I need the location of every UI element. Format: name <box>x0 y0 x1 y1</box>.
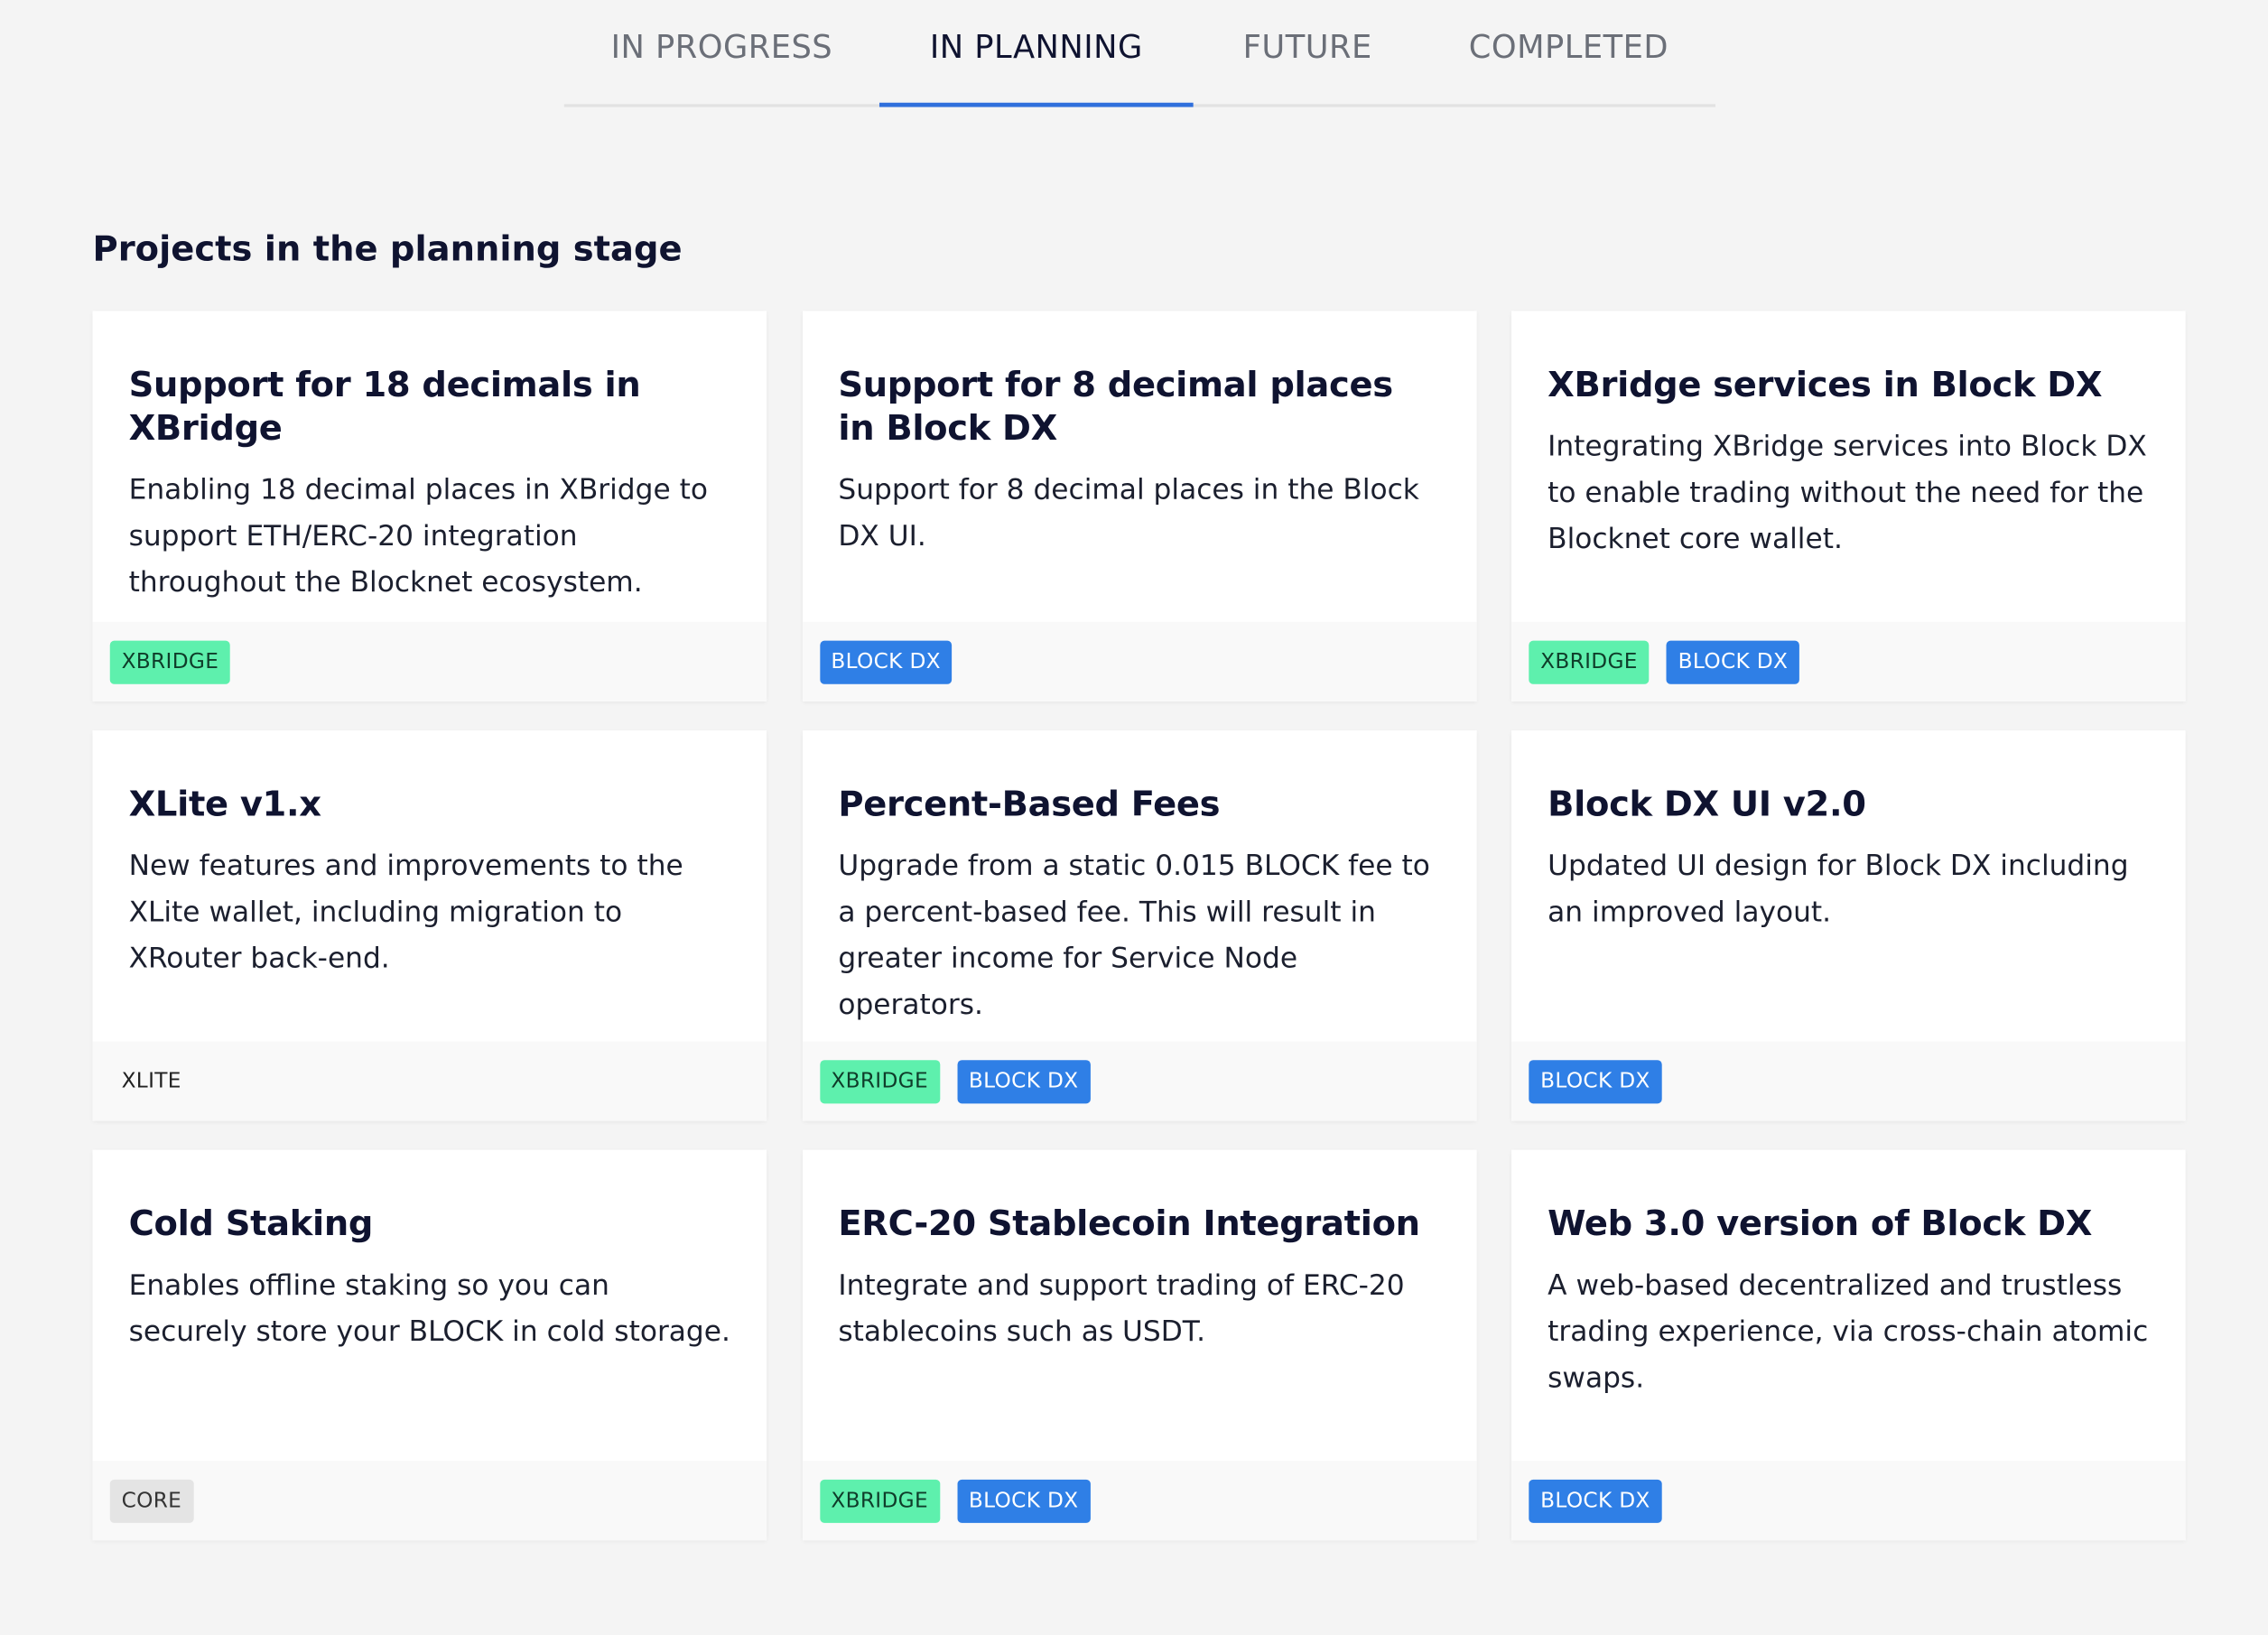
card-tags: BLOCK DX <box>1511 1041 2186 1121</box>
card-tags: XBRIDGE BLOCK DX <box>802 1461 1476 1541</box>
card-body: ERC-20 Stablecoin Integration Integrate … <box>802 1150 1476 1461</box>
project-card: ERC-20 Stablecoin Integration Integrate … <box>802 1149 1476 1541</box>
tag-xbridge[interactable]: XBRIDGE <box>109 639 231 683</box>
card-tags: XBRIDGE <box>92 621 767 701</box>
project-card: Cold Staking Enables offline staking so … <box>92 1149 767 1541</box>
card-body: Support for 18 decimals in XBridge Enabl… <box>93 311 767 621</box>
tag-xlite[interactable]: XLITE <box>110 1059 193 1102</box>
card-title: Cold Staking <box>128 1203 374 1244</box>
card-body: XLite v1.x New features and improvements… <box>93 730 767 1041</box>
card-tags: BLOCK DX <box>802 621 1476 701</box>
card-body: Block DX UI v2.0 Updated UI design for B… <box>1511 730 2186 1041</box>
roadmap-page: IN PROGRESS IN PLANNING FUTURE COMPLETED… <box>0 0 2268 1634</box>
card-tags: XLITE <box>92 1041 767 1121</box>
card-body: XBridge services in Block DX Integrating… <box>1511 311 2186 621</box>
card-title: Percent-Based Fees <box>838 784 1221 825</box>
card-description: New features and improvements to the XLi… <box>128 849 683 975</box>
card-tags: XBRIDGE BLOCK DX <box>802 1041 1476 1121</box>
tag-block-dx[interactable]: BLOCK DX <box>1529 1059 1662 1103</box>
card-tags: BLOCK DX <box>1511 1461 2186 1541</box>
card-tags: XBRIDGE BLOCK DX <box>1511 621 2186 701</box>
card-title: Support for 8 decimal places in Block DX <box>838 364 1393 449</box>
tag-block-dx[interactable]: BLOCK DX <box>1529 1479 1662 1523</box>
project-card: XLite v1.x New features and improvements… <box>92 730 767 1121</box>
card-title: Web 3.0 version of Block DX <box>1548 1203 2093 1244</box>
tab-in-planning[interactable]: IN PLANNING <box>879 0 1194 107</box>
project-card: Support for 8 decimal places in Block DX… <box>802 311 1476 701</box>
tag-block-dx[interactable]: BLOCK DX <box>957 1479 1091 1523</box>
card-description: Integrating XBridge services into Block … <box>1548 429 2147 556</box>
card-description: Enables offline staking so you can secur… <box>128 1268 730 1349</box>
card-tags: CORE <box>92 1461 767 1541</box>
tag-block-dx[interactable]: BLOCK DX <box>819 639 953 683</box>
card-description: Updated UI design for Block DX including… <box>1548 849 2129 929</box>
project-card: Support for 18 decimals in XBridge Enabl… <box>92 311 767 701</box>
tag-block-dx[interactable]: BLOCK DX <box>1666 639 1800 683</box>
project-card: Block DX UI v2.0 Updated UI design for B… <box>1511 730 2186 1121</box>
card-title: Block DX UI v2.0 <box>1548 784 1866 825</box>
tab-future[interactable]: FUTURE <box>1194 0 1422 104</box>
card-title: ERC-20 Stablecoin Integration <box>838 1203 1420 1244</box>
card-description: Enabling 18 decimal places in XBridge to… <box>128 472 708 599</box>
tag-xbridge[interactable]: XBRIDGE <box>819 1059 940 1103</box>
section-title: Projects in the planning stage <box>92 228 683 269</box>
tag-core[interactable]: CORE <box>109 1479 193 1523</box>
roadmap-tabs: IN PROGRESS IN PLANNING FUTURE COMPLETED <box>563 0 1715 107</box>
tab-in-progress[interactable]: IN PROGRESS <box>564 0 879 104</box>
card-body: Web 3.0 version of Block DX A web-based … <box>1511 1150 2186 1461</box>
card-description: Integrate and support trading of ERC-20 … <box>838 1268 1405 1349</box>
project-card-grid: Support for 18 decimals in XBridge Enabl… <box>92 311 2186 1541</box>
card-description: A web-based decentralized and trustless … <box>1548 1268 2149 1395</box>
tab-completed[interactable]: COMPLETED <box>1422 0 1715 104</box>
project-card: XBridge services in Block DX Integrating… <box>1511 311 2186 701</box>
card-description: Support for 8 decimal places in the Bloc… <box>838 472 1419 553</box>
card-description: Upgrade from a static 0.015 BLOCK fee to… <box>838 849 1430 1022</box>
project-card: Percent-Based Fees Upgrade from a static… <box>802 730 1476 1121</box>
card-title: XLite v1.x <box>128 784 322 825</box>
tag-xbridge[interactable]: XBRIDGE <box>819 1479 940 1523</box>
card-title: XBridge services in Block DX <box>1548 364 2103 405</box>
tag-block-dx[interactable]: BLOCK DX <box>957 1059 1091 1103</box>
card-body: Cold Staking Enables offline staking so … <box>93 1150 767 1461</box>
project-card: Web 3.0 version of Block DX A web-based … <box>1511 1149 2186 1541</box>
tag-xbridge[interactable]: XBRIDGE <box>1529 639 1650 683</box>
card-body: Support for 8 decimal places in Block DX… <box>802 311 1476 621</box>
card-body: Percent-Based Fees Upgrade from a static… <box>802 730 1476 1041</box>
card-title: Support for 18 decimals in XBridge <box>128 364 641 449</box>
